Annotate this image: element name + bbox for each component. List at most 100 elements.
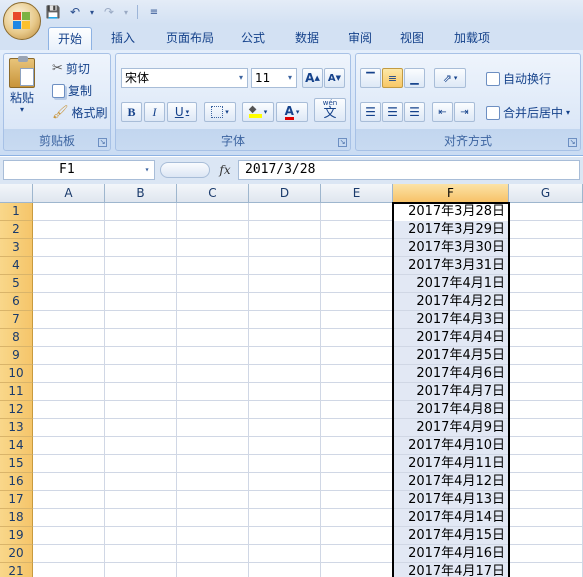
cell-f21[interactable]: 2017年4月17日 bbox=[393, 563, 509, 577]
customize-icon[interactable]: ≡ bbox=[145, 3, 163, 21]
merge-center-button[interactable]: 合并后居中 ▾ bbox=[486, 104, 570, 121]
tab-review[interactable]: 审阅 bbox=[340, 27, 380, 50]
row-header[interactable]: 20 bbox=[0, 545, 33, 563]
undo-dropdown-icon[interactable]: ▾ bbox=[88, 3, 96, 21]
clipboard-launcher-icon[interactable]: ↘ bbox=[98, 138, 107, 147]
column-header-f[interactable]: F bbox=[393, 184, 509, 203]
row-header[interactable]: 5 bbox=[0, 275, 33, 293]
cell-f18[interactable]: 2017年4月14日 bbox=[393, 509, 509, 527]
cell-f7[interactable]: 2017年4月3日 bbox=[393, 311, 509, 329]
save-icon[interactable]: 💾 bbox=[44, 3, 62, 21]
orientation-button[interactable]: ⇗ ▾ bbox=[434, 68, 466, 88]
column-header-a[interactable]: A bbox=[33, 184, 105, 203]
cell-f20[interactable]: 2017年4月16日 bbox=[393, 545, 509, 563]
office-button[interactable] bbox=[3, 2, 41, 40]
tab-view[interactable]: 视图 bbox=[392, 27, 432, 50]
row-header[interactable]: 10 bbox=[0, 365, 33, 383]
select-all-corner[interactable] bbox=[0, 184, 33, 203]
underline-button[interactable]: U ▾ bbox=[167, 102, 197, 122]
tab-home[interactable]: 开始 bbox=[48, 27, 92, 50]
tab-insert[interactable]: 插入 bbox=[103, 27, 143, 50]
cell-f4[interactable]: 2017年3月31日 bbox=[393, 257, 509, 275]
row-header[interactable]: 11 bbox=[0, 383, 33, 401]
cell-f10[interactable]: 2017年4月6日 bbox=[393, 365, 509, 383]
format-painter-button[interactable]: 🖌 格式刷 bbox=[52, 104, 108, 121]
cell-f19[interactable]: 2017年4月15日 bbox=[393, 527, 509, 545]
formula-input[interactable]: 2017/3/28 bbox=[238, 160, 580, 180]
cell-f13[interactable]: 2017年4月9日 bbox=[393, 419, 509, 437]
redo-icon[interactable]: ↷ bbox=[100, 3, 118, 21]
wrap-text-button[interactable]: 自动换行 bbox=[486, 70, 551, 87]
align-top-button[interactable]: ▔ bbox=[360, 68, 381, 88]
row-header[interactable]: 14 bbox=[0, 437, 33, 455]
grow-font-button[interactable]: A ▲ bbox=[302, 68, 323, 88]
cell-f11[interactable]: 2017年4月7日 bbox=[393, 383, 509, 401]
cell-f2[interactable]: 2017年3月29日 bbox=[393, 221, 509, 239]
cut-button[interactable]: ✂ 剪切 bbox=[52, 60, 90, 77]
increase-indent-button[interactable]: ⇥ bbox=[454, 102, 475, 122]
font-name-select[interactable]: 宋体 ▾ bbox=[121, 68, 248, 88]
name-box[interactable]: F1 ▾ bbox=[3, 160, 155, 180]
undo-icon[interactable]: ↶ bbox=[66, 3, 84, 21]
row-header[interactable]: 7 bbox=[0, 311, 33, 329]
phonetic-button[interactable]: wén 文 bbox=[314, 98, 346, 122]
row-header[interactable]: 8 bbox=[0, 329, 33, 347]
chevron-down-icon[interactable]: ▾ bbox=[140, 161, 154, 179]
align-right-button[interactable]: ☰ bbox=[404, 102, 425, 122]
column-header-g[interactable]: G bbox=[509, 184, 583, 203]
cell-f9[interactable]: 2017年4月5日 bbox=[393, 347, 509, 365]
row-header[interactable]: 3 bbox=[0, 239, 33, 257]
tab-formulas[interactable]: 公式 bbox=[233, 27, 273, 50]
row-header[interactable]: 16 bbox=[0, 473, 33, 491]
borders-button[interactable]: ▾ bbox=[204, 102, 236, 122]
row-header[interactable]: 15 bbox=[0, 455, 33, 473]
insert-function-button[interactable]: fx bbox=[214, 161, 236, 179]
row-header[interactable]: 18 bbox=[0, 509, 33, 527]
row-header[interactable]: 4 bbox=[0, 257, 33, 275]
align-center-button[interactable]: ☰ bbox=[382, 102, 403, 122]
cell-f3[interactable]: 2017年3月30日 bbox=[393, 239, 509, 257]
cell-f16[interactable]: 2017年4月12日 bbox=[393, 473, 509, 491]
row-header[interactable]: 9 bbox=[0, 347, 33, 365]
row-header[interactable]: 6 bbox=[0, 293, 33, 311]
alignment-launcher-icon[interactable]: ↘ bbox=[568, 138, 577, 147]
cell-f17[interactable]: 2017年4月13日 bbox=[393, 491, 509, 509]
cell-f1[interactable]: 2017年3月28日 bbox=[393, 203, 509, 221]
row-header[interactable]: 1 bbox=[0, 203, 33, 221]
font-color-button[interactable]: A ▾ bbox=[276, 102, 308, 122]
column-header-d[interactable]: D bbox=[249, 184, 321, 203]
column-header-b[interactable]: B bbox=[105, 184, 177, 203]
decrease-indent-button[interactable]: ⇤ bbox=[432, 102, 453, 122]
column-header-e[interactable]: E bbox=[321, 184, 393, 203]
tab-data[interactable]: 数据 bbox=[287, 27, 327, 50]
row-header[interactable]: 12 bbox=[0, 401, 33, 419]
cell-f5[interactable]: 2017年4月1日 bbox=[393, 275, 509, 293]
cell-f6[interactable]: 2017年4月2日 bbox=[393, 293, 509, 311]
cell-f12[interactable]: 2017年4月8日 bbox=[393, 401, 509, 419]
row-header[interactable]: 19 bbox=[0, 527, 33, 545]
row-header[interactable]: 21 bbox=[0, 563, 33, 577]
copy-button[interactable]: 复制 bbox=[52, 82, 92, 99]
cell-f14[interactable]: 2017年4月10日 bbox=[393, 437, 509, 455]
font-launcher-icon[interactable]: ↘ bbox=[338, 138, 347, 147]
font-size-select[interactable]: 11 ▾ bbox=[251, 68, 297, 88]
column-header-c[interactable]: C bbox=[177, 184, 249, 203]
fill-color-button[interactable]: ◆ ▾ bbox=[242, 102, 274, 122]
redo-dropdown-icon[interactable]: ▾ bbox=[122, 3, 130, 21]
bold-button[interactable]: B bbox=[121, 102, 142, 122]
spreadsheet-grid[interactable]: ABCDEFG 1 2 3 4 5 6 7 8 9 10 11 12 13 14 15 16 17 18 19 20 2… bbox=[0, 184, 583, 577]
row-header[interactable]: 13 bbox=[0, 419, 33, 437]
tab-addins[interactable]: 加载项 bbox=[448, 27, 496, 50]
align-bottom-button[interactable]: ▁ bbox=[404, 68, 425, 88]
shrink-font-button[interactable]: A ▼ bbox=[324, 68, 345, 88]
row-header[interactable]: 17 bbox=[0, 491, 33, 509]
row-header[interactable]: 2 bbox=[0, 221, 33, 239]
paste-button[interactable]: 粘贴 ▾ bbox=[9, 56, 35, 114]
cell-f8[interactable]: 2017年4月4日 bbox=[393, 329, 509, 347]
cell-f15[interactable]: 2017年4月11日 bbox=[393, 455, 509, 473]
align-middle-button[interactable]: ≡ bbox=[382, 68, 403, 88]
align-left-button[interactable]: ☰ bbox=[360, 102, 381, 122]
column-gridline bbox=[248, 203, 249, 577]
italic-button[interactable]: I bbox=[144, 102, 165, 122]
tab-page-layout[interactable]: 页面布局 bbox=[160, 27, 220, 50]
